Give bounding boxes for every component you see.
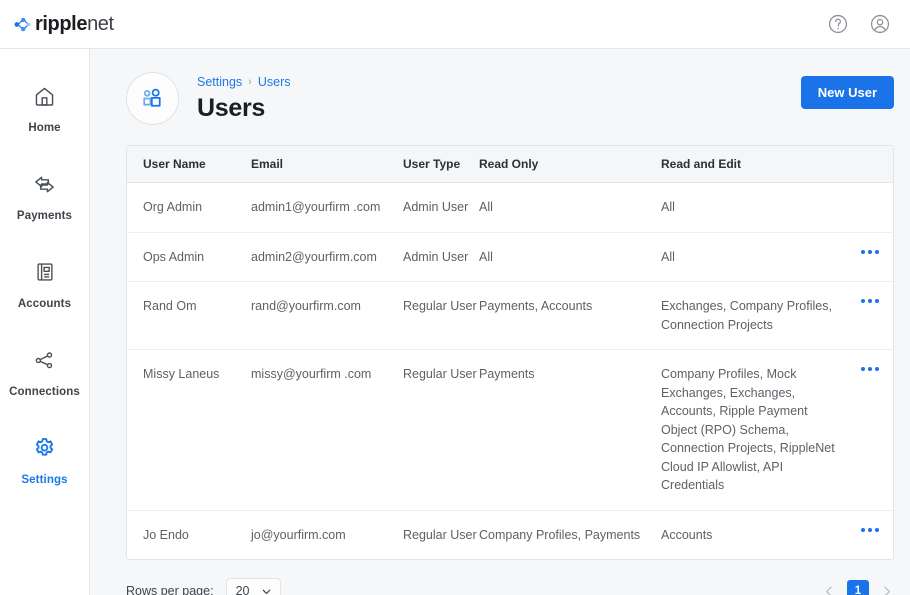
cell-email: rand@yourfirm.com: [251, 281, 403, 350]
rows-per-page-label: Rows per page:: [126, 584, 214, 595]
cell-read-and-edit: All: [661, 232, 847, 282]
cell-actions: [847, 510, 893, 559]
accounts-icon: [34, 255, 56, 289]
chevron-right-icon: [884, 586, 890, 595]
user-circle-icon[interactable]: [869, 13, 891, 35]
ripple-logo-icon: [14, 17, 31, 31]
cell-read-and-edit: Accounts: [661, 527, 713, 542]
users-group-icon: [143, 88, 161, 107]
column-header-user-name: User Name: [127, 146, 251, 183]
column-header-user-type: User Type: [403, 146, 479, 183]
page-title: Users: [197, 93, 265, 122]
sidebar-item-label: Accounts: [17, 298, 72, 310]
main-content: Settings › Users Users New User User Nam…: [90, 49, 910, 595]
chevron-down-icon: [262, 589, 270, 594]
sidebar-item-home[interactable]: Home: [0, 79, 89, 167]
sidebar-item-connections[interactable]: Connections: [0, 343, 89, 431]
cell-read-and-edit: Company Profiles, Mock Exchanges, Exchan…: [661, 349, 847, 511]
sidebar-item-label: Payments: [16, 210, 73, 222]
column-header-email: Email: [251, 146, 403, 183]
cell-user-type: Admin User: [403, 232, 479, 282]
cell-user-type: Regular User: [403, 527, 477, 542]
table-footer: Rows per page: 20 1: [126, 574, 894, 595]
cell-email: admin2@yourfirm.com: [251, 232, 403, 282]
cell-user-type: Admin User: [403, 182, 479, 233]
connections-icon: [33, 343, 56, 377]
cell-user-type: Regular User: [403, 349, 479, 511]
users-table: User Name Email User Type Read Only Read…: [127, 146, 893, 559]
more-options-icon[interactable]: [847, 297, 893, 303]
cell-email: admin1@yourfirm .com: [251, 182, 403, 233]
help-circle-icon[interactable]: [827, 13, 849, 35]
table-row: Org Admin admin1@yourfirm .com Admin Use…: [127, 182, 893, 233]
brand-logo[interactable]: ripplenet: [14, 13, 114, 36]
brand-name-light: net: [87, 12, 114, 35]
home-icon: [33, 79, 56, 113]
breadcrumb-users[interactable]: Users: [258, 75, 291, 89]
cell-email: missy@yourfirm .com: [251, 349, 403, 511]
more-options-icon[interactable]: [847, 526, 893, 532]
users-table-card: User Name Email User Type Read Only Read…: [126, 145, 894, 560]
previous-page-button[interactable]: [822, 584, 837, 595]
cell-read-only: Payments, Accounts: [479, 281, 661, 350]
table-head: User Name Email User Type Read Only Read…: [127, 146, 893, 183]
table-row: Jo Endo jo@yourfirm.com Regular User Com…: [127, 510, 893, 559]
rows-per-page-select[interactable]: 20: [225, 577, 281, 595]
page-number-1[interactable]: 1: [847, 580, 869, 595]
cell-actions: [847, 182, 893, 233]
sidebar-item-settings[interactable]: Settings: [0, 431, 89, 519]
chevron-left-icon: [826, 586, 832, 595]
column-header-read-only: Read Only: [479, 146, 661, 183]
breadcrumb-settings[interactable]: Settings: [197, 75, 242, 89]
page-header-text: Settings › Users Users: [197, 75, 291, 123]
pagination: 1: [822, 580, 894, 595]
column-header-actions: [847, 146, 893, 183]
cell-read-and-edit: All: [661, 182, 847, 233]
top-bar: ripplenet: [0, 0, 910, 49]
sidebar: Home Payments Accounts Connections Setti…: [0, 49, 90, 595]
table-row: Missy Laneus missy@yourfirm .com Regular…: [127, 349, 893, 511]
breadcrumb: Settings › Users: [197, 75, 291, 89]
breadcrumb-separator: ›: [248, 75, 252, 88]
column-header-read-and-edit: Read and Edit: [661, 146, 847, 183]
table-body: Org Admin admin1@yourfirm .com Admin Use…: [127, 182, 893, 560]
settings-gear-icon: [32, 431, 57, 465]
cell-actions: [847, 349, 893, 511]
brand-name-bold: ripple: [35, 12, 88, 35]
cell-user-name: Org Admin: [127, 182, 251, 233]
payments-icon: [32, 167, 57, 201]
page-header: Settings › Users Users New User: [90, 49, 910, 125]
cell-read-only: All: [479, 182, 661, 233]
cell-user-name: Jo Endo: [143, 527, 189, 542]
table-row: Rand Om rand@yourfirm.com Regular User P…: [127, 281, 893, 350]
cell-actions: [847, 281, 893, 350]
more-options-icon[interactable]: [847, 365, 893, 371]
cell-user-name: Missy Laneus: [127, 349, 251, 511]
cell-user-name: Ops Admin: [127, 232, 251, 282]
rows-per-page-value: 20: [235, 584, 250, 595]
sidebar-item-label: Connections: [9, 386, 80, 398]
cell-actions: [847, 232, 893, 282]
page-icon-badge: [126, 72, 179, 125]
next-page-button[interactable]: [879, 584, 894, 595]
brand-name: ripplenet: [35, 13, 114, 36]
more-options-icon[interactable]: [847, 248, 893, 254]
table-row: Ops Admin admin2@yourfirm.com Admin User…: [127, 232, 893, 282]
cell-user-name: Rand Om: [127, 281, 251, 350]
sidebar-item-accounts[interactable]: Accounts: [0, 255, 89, 343]
cell-read-only: All: [479, 232, 661, 282]
top-bar-actions: [827, 13, 891, 35]
sidebar-item-label: Settings: [21, 474, 68, 486]
sidebar-item-label: Home: [28, 122, 61, 134]
sidebar-item-payments[interactable]: Payments: [0, 167, 89, 255]
table-header-row: User Name Email User Type Read Only Read…: [127, 146, 893, 183]
cell-read-and-edit: Exchanges, Company Profiles, Connection …: [661, 281, 847, 350]
cell-read-only: Company Profiles, Payments: [479, 527, 641, 542]
cell-user-type: Regular User: [403, 281, 479, 350]
new-user-button[interactable]: New User: [800, 76, 894, 109]
cell-read-only: Payments: [479, 349, 661, 511]
cell-email: jo@yourfirm.com: [251, 527, 346, 542]
